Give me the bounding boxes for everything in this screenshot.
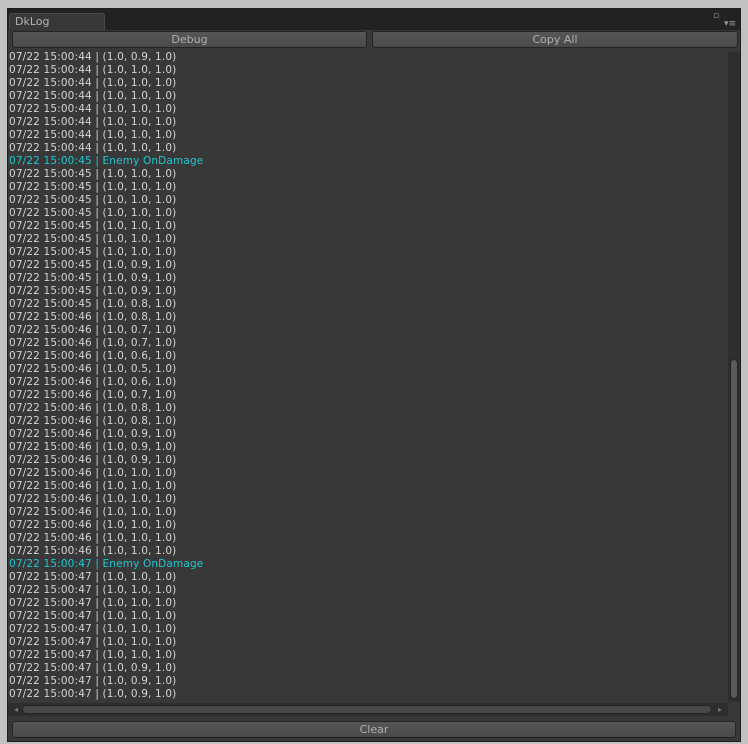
log-line[interactable]: 07/22 15:00:45 | (1.0, 1.0, 1.0): [9, 207, 725, 220]
copy-all-button-label: Copy All: [532, 33, 578, 46]
log-line[interactable]: 07/22 15:00:46 | (1.0, 1.0, 1.0): [9, 545, 725, 558]
horizontal-scrollbar[interactable]: ◂ ▸: [8, 703, 728, 716]
log-line[interactable]: 07/22 15:00:44 | (1.0, 1.0, 1.0): [9, 142, 725, 155]
log-line[interactable]: 07/22 15:00:46 | (1.0, 0.8, 1.0): [9, 415, 725, 428]
log-line[interactable]: 07/22 15:00:44 | (1.0, 1.0, 1.0): [9, 116, 725, 129]
log-line[interactable]: 07/22 15:00:45 | (1.0, 0.8, 1.0): [9, 298, 725, 311]
log-line[interactable]: 07/22 15:00:46 | (1.0, 0.6, 1.0): [9, 350, 725, 363]
log-line[interactable]: 07/22 15:00:45 | (1.0, 1.0, 1.0): [9, 233, 725, 246]
vertical-scrollbar[interactable]: [728, 52, 740, 702]
log-line-event[interactable]: 07/22 15:00:45 | Enemy OnDamage: [9, 155, 725, 168]
clear-button-label: Clear: [359, 723, 389, 736]
log-list[interactable]: 07/22 15:00:44 | (1.0, 0.9, 1.0) 07/22 15…: [9, 51, 725, 703]
log-line[interactable]: 07/22 15:00:46 | (1.0, 0.9, 1.0): [9, 428, 725, 441]
log-line[interactable]: 07/22 15:00:46 | (1.0, 0.7, 1.0): [9, 389, 725, 402]
log-line[interactable]: 07/22 15:00:46 | (1.0, 0.6, 1.0): [9, 376, 725, 389]
scroll-right-icon[interactable]: ▸: [714, 703, 726, 716]
log-line[interactable]: 07/22 15:00:45 | (1.0, 1.0, 1.0): [9, 246, 725, 259]
log-line[interactable]: 07/22 15:00:47 | (1.0, 1.0, 1.0): [9, 623, 725, 636]
scroll-left-icon[interactable]: ◂: [10, 703, 22, 716]
log-line[interactable]: 07/22 15:00:45 | (1.0, 0.9, 1.0): [9, 259, 725, 272]
log-line[interactable]: 07/22 15:00:47 | (1.0, 0.9, 1.0): [9, 662, 725, 675]
log-line[interactable]: 07/22 15:00:46 | (1.0, 1.0, 1.0): [9, 467, 725, 480]
log-line[interactable]: 07/22 15:00:47 | (1.0, 1.0, 1.0): [9, 597, 725, 610]
window-menu-icon[interactable]: ▾≡: [724, 20, 736, 29]
log-line[interactable]: 07/22 15:00:47 | (1.0, 0.9, 1.0): [9, 675, 725, 688]
log-line[interactable]: 07/22 15:00:45 | (1.0, 1.0, 1.0): [9, 181, 725, 194]
log-line[interactable]: 07/22 15:00:46 | (1.0, 1.0, 1.0): [9, 506, 725, 519]
log-line[interactable]: 07/22 15:00:47 | (1.0, 1.0, 1.0): [9, 610, 725, 623]
scroll-corner: [728, 703, 740, 716]
log-line[interactable]: 07/22 15:00:44 | (1.0, 1.0, 1.0): [9, 77, 725, 90]
log-line[interactable]: 07/22 15:00:44 | (1.0, 1.0, 1.0): [9, 64, 725, 77]
log-line[interactable]: 07/22 15:00:44 | (1.0, 0.9, 1.0): [9, 51, 725, 64]
log-line[interactable]: 07/22 15:00:45 | (1.0, 1.0, 1.0): [9, 220, 725, 233]
log-line[interactable]: 07/22 15:00:46 | (1.0, 1.0, 1.0): [9, 480, 725, 493]
debug-button-label: Debug: [171, 33, 208, 46]
log-line[interactable]: 07/22 15:00:46 | (1.0, 0.7, 1.0): [9, 324, 725, 337]
log-line[interactable]: 07/22 15:00:47 | (1.0, 1.0, 1.0): [9, 584, 725, 597]
debug-button[interactable]: Debug: [12, 31, 367, 48]
log-line[interactable]: 07/22 15:00:45 | (1.0, 0.9, 1.0): [9, 272, 725, 285]
log-line[interactable]: 07/22 15:00:46 | (1.0, 1.0, 1.0): [9, 493, 725, 506]
log-line[interactable]: 07/22 15:00:44 | (1.0, 1.0, 1.0): [9, 90, 725, 103]
log-line-event[interactable]: 07/22 15:00:47 | Enemy OnDamage: [9, 558, 725, 571]
log-line[interactable]: 07/22 15:00:44 | (1.0, 1.0, 1.0): [9, 129, 725, 142]
log-line[interactable]: 07/22 15:00:46 | (1.0, 0.8, 1.0): [9, 311, 725, 324]
dklog-window: DkLog ▫ ▾≡ Debug Copy All 07/22 15:00:44…: [7, 8, 741, 742]
log-line[interactable]: 07/22 15:00:47 | (1.0, 1.0, 1.0): [9, 636, 725, 649]
log-line[interactable]: 07/22 15:00:46 | (1.0, 1.0, 1.0): [9, 532, 725, 545]
tab-title: DkLog: [15, 15, 50, 28]
toolbar: Debug Copy All: [12, 31, 738, 49]
log-line[interactable]: 07/22 15:00:46 | (1.0, 0.9, 1.0): [9, 454, 725, 467]
log-line[interactable]: 07/22 15:00:46 | (1.0, 1.0, 1.0): [9, 519, 725, 532]
log-line[interactable]: 07/22 15:00:45 | (1.0, 1.0, 1.0): [9, 168, 725, 181]
log-line[interactable]: 07/22 15:00:44 | (1.0, 1.0, 1.0): [9, 103, 725, 116]
vertical-scroll-thumb[interactable]: [730, 359, 738, 699]
log-line[interactable]: 07/22 15:00:46 | (1.0, 0.5, 1.0): [9, 363, 725, 376]
clear-button[interactable]: Clear: [12, 721, 736, 738]
tab-dklog[interactable]: DkLog: [9, 13, 105, 30]
log-line[interactable]: 07/22 15:00:47 | (1.0, 0.9, 1.0): [9, 688, 725, 701]
tab-bar: DkLog ▫ ▾≡: [8, 9, 740, 30]
maximize-icon[interactable]: ▫: [713, 12, 719, 21]
log-line[interactable]: 07/22 15:00:47 | (1.0, 1.0, 1.0): [9, 649, 725, 662]
log-line[interactable]: 07/22 15:00:47 | (1.0, 1.0, 1.0): [9, 571, 725, 584]
log-line[interactable]: 07/22 15:00:45 | (1.0, 0.9, 1.0): [9, 285, 725, 298]
log-line[interactable]: 07/22 15:00:46 | (1.0, 0.7, 1.0): [9, 337, 725, 350]
copy-all-button[interactable]: Copy All: [372, 31, 738, 48]
log-line[interactable]: 07/22 15:00:46 | (1.0, 0.9, 1.0): [9, 441, 725, 454]
log-line[interactable]: 07/22 15:00:45 | (1.0, 1.0, 1.0): [9, 194, 725, 207]
horizontal-scroll-thumb[interactable]: [22, 705, 712, 714]
log-line[interactable]: 07/22 15:00:46 | (1.0, 0.8, 1.0): [9, 402, 725, 415]
